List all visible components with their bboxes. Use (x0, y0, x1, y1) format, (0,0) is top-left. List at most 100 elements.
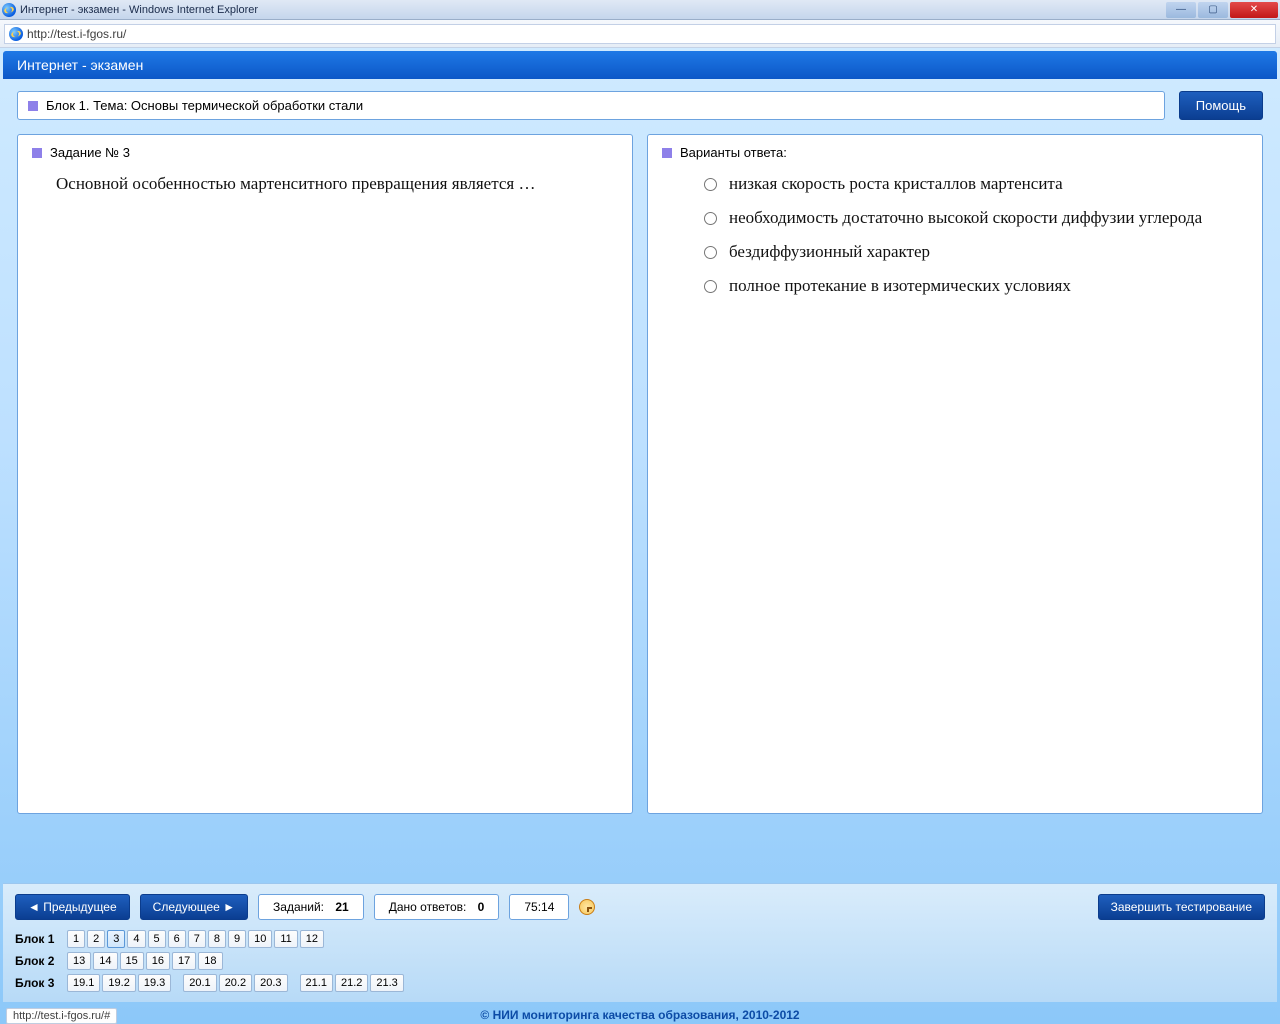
ie-icon (2, 3, 16, 17)
chevron-left-icon: ◄ (28, 900, 43, 914)
question-button[interactable]: 20.2 (219, 974, 252, 992)
question-button[interactable]: 4 (127, 930, 145, 948)
address-field[interactable]: http://test.i-fgos.ru/ (4, 24, 1276, 44)
topic-row: Блок 1. Тема: Основы термической обработ… (17, 91, 1263, 120)
question-button[interactable]: 9 (228, 930, 246, 948)
finish-button[interactable]: Завершить тестирование (1098, 894, 1265, 920)
question-button[interactable]: 15 (120, 952, 144, 970)
clock-icon (579, 899, 595, 915)
answered-label: Дано ответов: (389, 900, 467, 914)
window-title: Интернет - экзамен - Windows Internet Ex… (20, 4, 258, 16)
question-button[interactable]: 10 (248, 930, 272, 948)
bullet-icon (28, 101, 38, 111)
question-button[interactable]: 6 (168, 930, 186, 948)
app-title: Интернет - экзамен (17, 57, 143, 73)
tasks-count: 21 (335, 900, 348, 914)
question-buttons: 131415161718 (67, 952, 223, 970)
block-label: Блок 2 (15, 954, 61, 968)
question-button[interactable]: 14 (93, 952, 117, 970)
block-row: Блок 3 19.119.219.3 20.120.220.3 21.121.221… (15, 974, 1265, 992)
question-panel-label: Задание № 3 (50, 145, 130, 160)
time-value: 75:14 (524, 900, 554, 914)
question-buttons: 123456789101112 (67, 930, 324, 948)
question-button[interactable]: 21.1 (300, 974, 333, 992)
question-button[interactable]: 21.3 (370, 974, 403, 992)
next-button[interactable]: Следующее ► (140, 894, 248, 920)
tasks-label: Заданий: (273, 900, 324, 914)
question-button[interactable]: 18 (198, 952, 222, 970)
answered-pill: Дано ответов: 0 (374, 894, 500, 920)
question-button[interactable]: 19.1 (67, 974, 100, 992)
maximize-button[interactable]: ▢ (1198, 2, 1228, 18)
close-button[interactable]: ✕ (1230, 2, 1278, 18)
question-button[interactable]: 19.3 (138, 974, 171, 992)
question-panel: Задание № 3 Основной особенностью мартен… (17, 134, 633, 814)
answer-option[interactable]: низкая скорость роста кристаллов мартенс… (704, 174, 1248, 194)
question-button[interactable]: 8 (208, 930, 226, 948)
block-label: Блок 3 (15, 976, 61, 990)
address-bar: http://test.i-fgos.ru/ (0, 20, 1280, 48)
help-button[interactable]: Помощь (1179, 91, 1263, 120)
question-button[interactable]: 20.3 (254, 974, 287, 992)
answer-option[interactable]: полное протекание в изотермических услов… (704, 276, 1248, 296)
app-header: Интернет - экзамен (3, 51, 1277, 79)
page-icon (9, 27, 23, 41)
topic-bar: Блок 1. Тема: Основы термической обработ… (17, 91, 1165, 120)
block-row: Блок 2 131415161718 (15, 952, 1265, 970)
question-button[interactable]: 19.2 (102, 974, 135, 992)
url-text: http://test.i-fgos.ru/ (27, 27, 126, 41)
app: Интернет - экзамен Блок 1. Тема: Основы … (3, 51, 1277, 814)
content-row: Задание № 3 Основной особенностью мартен… (17, 134, 1263, 814)
answered-count: 0 (478, 900, 485, 914)
question-button[interactable]: 2 (87, 930, 105, 948)
blocks-nav: Блок 1123456789101112Блок 2131415161718Б… (15, 930, 1265, 992)
bottom-bar: ◄ Предыдущее Следующее ► Заданий: 21 Дан… (3, 883, 1277, 1002)
window-titlebar: Интернет - экзамен - Windows Internet Ex… (0, 0, 1280, 20)
bullet-icon (662, 148, 672, 158)
answer-radio[interactable] (704, 246, 717, 259)
page-body: Интернет - экзамен Блок 1. Тема: Основы … (0, 48, 1280, 1024)
block-label: Блок 1 (15, 932, 61, 946)
answers-list: низкая скорость роста кристаллов мартенс… (704, 174, 1248, 296)
answer-radio[interactable] (704, 178, 717, 191)
prev-label: Предыдущее (43, 900, 116, 914)
answer-option[interactable]: необходимость достаточно высокой скорост… (704, 208, 1248, 228)
nav-row: ◄ Предыдущее Следующее ► Заданий: 21 Дан… (15, 894, 1265, 920)
question-button[interactable]: 7 (188, 930, 206, 948)
question-button[interactable]: 5 (148, 930, 166, 948)
question-button[interactable]: 12 (300, 930, 324, 948)
question-button[interactable]: 21.2 (335, 974, 368, 992)
answer-radio[interactable] (704, 212, 717, 225)
question-button[interactable]: 3 (107, 930, 125, 948)
question-text: Основной особенностью мартенситного прев… (56, 174, 610, 194)
question-buttons: 19.119.219.3 20.120.220.3 21.121.221.3 (67, 974, 404, 992)
tasks-count-pill: Заданий: 21 (258, 894, 364, 920)
answer-label: низкая скорость роста кристаллов мартенс… (729, 174, 1063, 194)
footer-copyright: © НИИ мониторинга качества образования, … (0, 1008, 1280, 1022)
question-button[interactable]: 13 (67, 952, 91, 970)
bullet-icon (32, 148, 42, 158)
status-bar: http://test.i-fgos.ru/# (6, 1008, 117, 1024)
next-label: Следующее (153, 900, 220, 914)
answer-option[interactable]: бездиффузионный характер (704, 242, 1248, 262)
window-buttons: — ▢ ✕ (1166, 2, 1278, 18)
question-button[interactable]: 17 (172, 952, 196, 970)
answer-label: бездиффузионный характер (729, 242, 930, 262)
question-button[interactable]: 16 (146, 952, 170, 970)
question-button[interactable]: 20.1 (183, 974, 216, 992)
chevron-right-icon: ► (220, 900, 235, 914)
answers-panel-label: Варианты ответа: (680, 145, 787, 160)
minimize-button[interactable]: — (1166, 2, 1196, 18)
answer-label: необходимость достаточно высокой скорост… (729, 208, 1202, 228)
answers-panel-title: Варианты ответа: (662, 145, 1248, 160)
answer-radio[interactable] (704, 280, 717, 293)
question-panel-title: Задание № 3 (32, 145, 618, 160)
topic-text: Блок 1. Тема: Основы термической обработ… (46, 98, 363, 113)
prev-button[interactable]: ◄ Предыдущее (15, 894, 130, 920)
question-button[interactable]: 1 (67, 930, 85, 948)
time-pill: 75:14 (509, 894, 569, 920)
answer-label: полное протекание в изотермических услов… (729, 276, 1071, 296)
question-button[interactable]: 11 (274, 930, 297, 948)
block-row: Блок 1123456789101112 (15, 930, 1265, 948)
answers-panel: Варианты ответа: низкая скорость роста к… (647, 134, 1263, 814)
